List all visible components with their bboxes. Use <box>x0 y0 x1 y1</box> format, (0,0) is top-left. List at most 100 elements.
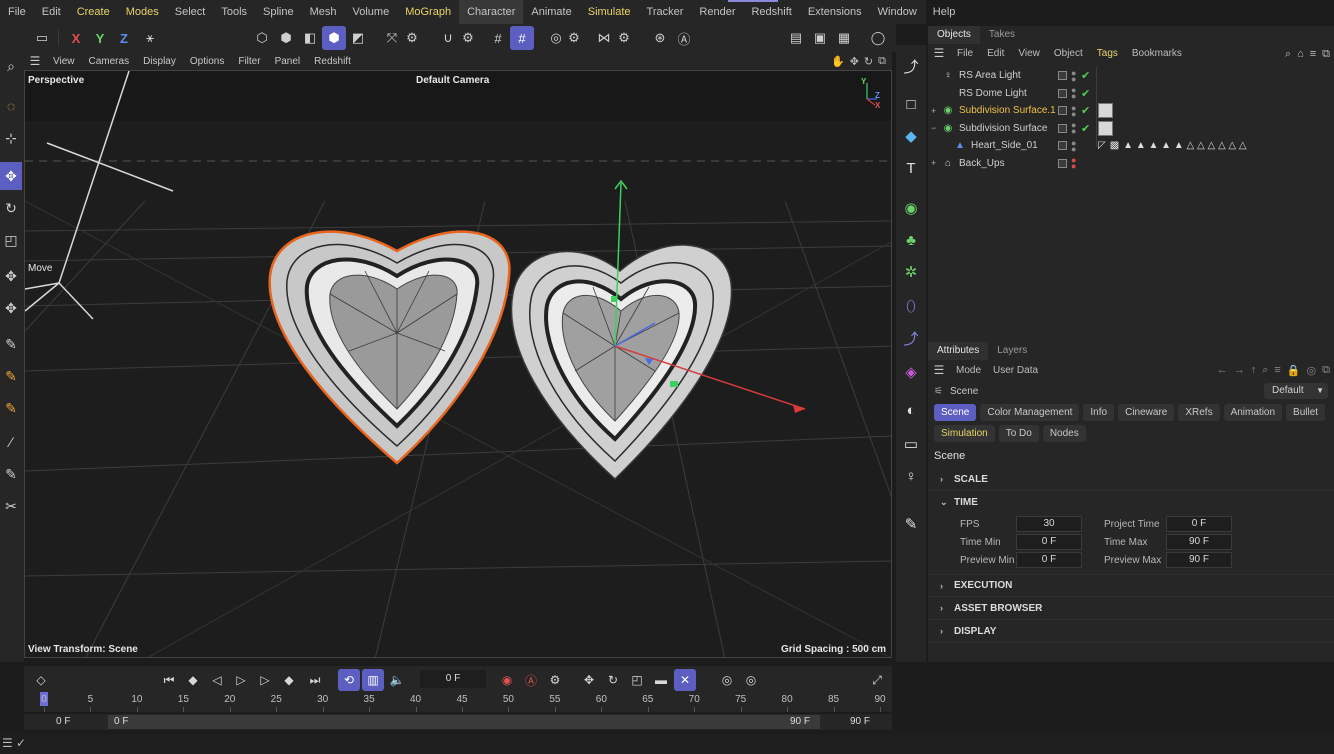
sculpt-tool-icon[interactable]: ✎ <box>0 394 22 422</box>
menu-render[interactable]: Render <box>691 0 743 24</box>
3d-viewport[interactable]: Perspective Default Camera Move View Tra… <box>24 70 892 658</box>
field-icon[interactable]: ⤴ <box>899 325 923 351</box>
camera-icon[interactable]: ▭ <box>899 431 923 457</box>
key-param-icon[interactable]: ▬ <box>650 669 672 691</box>
spline-tools-icon[interactable]: ⤴ <box>899 53 923 79</box>
menu-file[interactable]: File <box>0 0 34 24</box>
layer-checkbox[interactable] <box>1058 141 1067 151</box>
tab-objects[interactable]: Objects <box>928 26 980 44</box>
redshift-render-view-icon[interactable]: ⊛ <box>648 26 672 50</box>
attributes-hamburger-icon[interactable]: ☰ <box>928 363 950 377</box>
motion-system-icon[interactable]: ◎ <box>716 669 738 691</box>
menu-animate[interactable]: Animate <box>523 0 579 24</box>
edges-mode-icon[interactable]: ⬢ <box>274 26 298 50</box>
viewport-menu-panel[interactable]: Panel <box>268 56 308 67</box>
layer-checkbox[interactable] <box>1058 106 1067 116</box>
section-execution[interactable]: › EXECUTION <box>928 574 1334 597</box>
record-keys-icon[interactable]: ◉ <box>496 669 518 691</box>
enabled-check-icon[interactable]: ✔ <box>1081 87 1090 100</box>
lock-icon[interactable]: 🔒 <box>1287 364 1301 377</box>
timeline-ruler[interactable]: 0 5 10 15 20 25 30 35 40 45 50 55 60 65 70 75 80 85 90 <box>24 692 892 712</box>
menu-select[interactable]: Select <box>167 0 214 24</box>
layer-checkbox[interactable] <box>1058 158 1067 168</box>
enabled-check-icon[interactable]: ✔ <box>1081 122 1090 135</box>
timeline-settings-icon[interactable]: ◎ <box>740 669 762 691</box>
subdivision-generator-icon[interactable]: ◉ <box>899 195 923 221</box>
autokey-icon[interactable]: Ⓐ <box>520 669 542 691</box>
object-row[interactable]: − ◉ Subdivision Surface ● ● ✔ <box>928 120 1334 138</box>
cloner-icon[interactable]: ♣ <box>899 227 923 253</box>
preset-dropdown[interactable]: Default ▼ <box>1264 383 1328 399</box>
current-frame-input[interactable]: 0 F <box>420 670 486 688</box>
objects-hamburger-icon[interactable]: ☰ <box>928 46 950 60</box>
range-start-outer[interactable]: 0 F <box>56 714 70 730</box>
visibility-dots-icon[interactable]: ● ● <box>1071 86 1077 101</box>
time-min-input[interactable]: 0 F <box>1016 534 1082 550</box>
next-frame-icon[interactable]: ▷ <box>254 669 276 691</box>
key-scale-icon[interactable]: ◰ <box>626 669 648 691</box>
up-arrow-icon[interactable]: ↑ <box>1251 364 1257 377</box>
viewport-menu-display[interactable]: Display <box>136 56 183 67</box>
object-name[interactable]: Heart_Side_01 <box>971 140 1038 151</box>
layer-checkbox[interactable] <box>1058 123 1067 133</box>
fps-input[interactable]: 30 <box>1016 516 1082 532</box>
attributes-menu-mode[interactable]: Mode <box>950 365 987 376</box>
menu-create[interactable]: Create <box>69 0 118 24</box>
objects-menu-file[interactable]: File <box>950 48 980 59</box>
object-name[interactable]: Back_Ups <box>959 158 1005 169</box>
viewport-menu-view[interactable]: View <box>46 56 82 67</box>
menu-tracker[interactable]: Tracker <box>639 0 692 24</box>
scene-tab-color-management[interactable]: Color Management <box>980 404 1080 421</box>
scene-tab-cineware[interactable]: Cineware <box>1118 404 1175 421</box>
material-tag-icon[interactable] <box>1098 103 1113 119</box>
polygons-mode-icon[interactable]: ◧ <box>298 26 322 50</box>
range-end-outer[interactable]: 90 F <box>850 714 870 730</box>
model-mode-icon[interactable]: ⬢ <box>322 26 346 50</box>
section-time[interactable]: ⌄ TIME <box>928 491 1334 514</box>
layer-checkbox[interactable] <box>1058 88 1067 98</box>
enabled-check-icon[interactable]: ✔ <box>1081 104 1090 117</box>
key-pla-icon[interactable]: ✕ <box>674 669 696 691</box>
menu-mograph[interactable]: MoGraph <box>397 0 459 24</box>
section-scale[interactable]: › SCALE <box>928 468 1334 491</box>
cube-primitive-icon[interactable]: ◆ <box>899 123 923 149</box>
visibility-dots-icon[interactable]: ● ● <box>1071 156 1077 171</box>
new-window-icon[interactable]: ⧉ <box>1322 48 1330 61</box>
live-selection-icon[interactable]: ◌ <box>0 92 22 120</box>
menu-modes[interactable]: Modes <box>118 0 167 24</box>
polygon-selection-tags-icon[interactable]: ▲ ▲ ▲ ▲ ▲ △ △ △ △ △ △ <box>1123 140 1246 151</box>
volume-builder-icon[interactable]: ◈ <box>899 359 923 385</box>
coordinate-system-icon[interactable]: ⚹ <box>138 26 162 50</box>
placement-tool-icon[interactable]: ✥ <box>0 294 22 322</box>
deformer-icon[interactable]: ⬯ <box>899 293 923 319</box>
tab-takes[interactable]: Takes <box>980 26 1024 44</box>
soft-selection-settings-icon[interactable]: ⚙ <box>562 26 586 50</box>
search-icon[interactable]: ⌕ <box>0 52 22 80</box>
range-slider[interactable] <box>108 715 820 729</box>
objects-menu-edit[interactable]: Edit <box>980 48 1011 59</box>
object-name[interactable]: RS Area Light <box>959 70 1021 81</box>
scale-tool-icon[interactable]: ◰ <box>0 226 22 254</box>
objects-menu-bookmarks[interactable]: Bookmarks <box>1125 48 1189 59</box>
light-icon[interactable]: ♀ <box>899 463 923 489</box>
back-arrow-icon[interactable]: ← <box>1217 364 1228 377</box>
attributes-menu-user-data[interactable]: User Data <box>987 365 1044 376</box>
key-position-icon[interactable]: ✥ <box>578 669 600 691</box>
layer-checkbox[interactable] <box>1058 71 1067 81</box>
environment-icon[interactable]: ◐ <box>899 397 923 423</box>
text-spline-icon[interactable]: T <box>899 155 923 181</box>
object-name[interactable]: Subdivision Surface <box>959 123 1047 134</box>
z-axis-lock-button[interactable]: Z <box>112 26 136 50</box>
target-icon[interactable]: ◎ <box>1307 364 1317 377</box>
viewport-hamburger-icon[interactable]: ☰ <box>24 54 46 68</box>
previous-key-icon[interactable]: ◆ <box>182 669 204 691</box>
viewport-camera-label[interactable]: Default Camera <box>416 75 489 86</box>
key-settings-icon[interactable]: ⚙ <box>544 669 566 691</box>
range-start-inner[interactable]: 0 F <box>114 714 128 730</box>
rectangle-spline-icon[interactable]: □ <box>899 91 923 117</box>
previous-frame-icon[interactable]: ◁ <box>206 669 228 691</box>
menu-tools[interactable]: Tools <box>213 0 255 24</box>
scene-tab-scene[interactable]: Scene <box>934 404 977 421</box>
phong-tag-icon[interactable]: ◸ <box>1098 140 1106 151</box>
object-row[interactable]: RS Dome Light ● ● ✔ <box>928 85 1334 103</box>
